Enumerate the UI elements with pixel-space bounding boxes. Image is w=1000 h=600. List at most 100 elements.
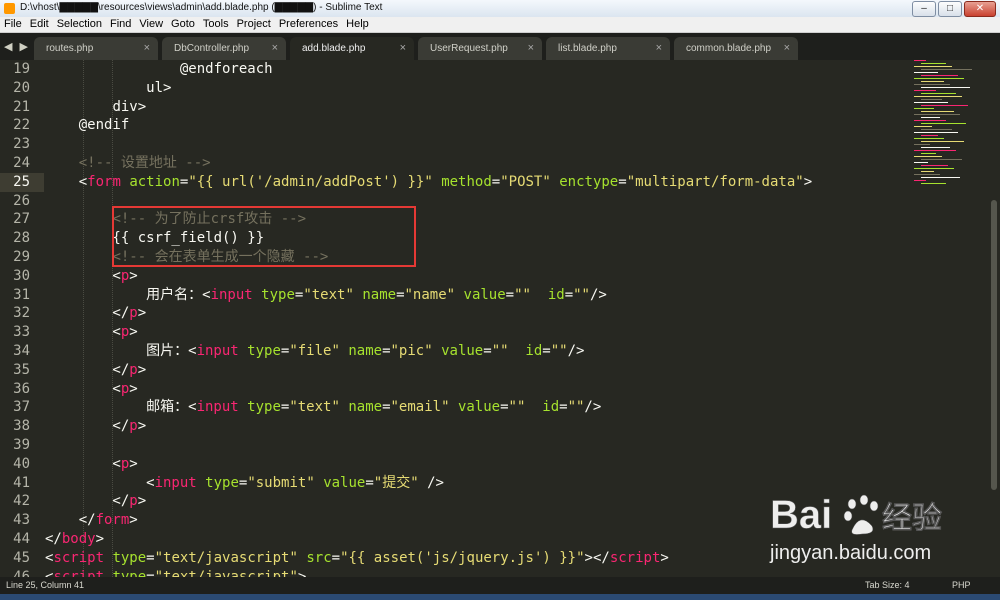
minimap-line [921, 117, 940, 118]
tab-userrequest[interactable]: UserRequest.php × [418, 37, 542, 60]
tab-close-icon[interactable]: × [784, 37, 790, 60]
line-number: 32 [13, 305, 30, 322]
menu-goto[interactable]: Goto [167, 17, 199, 32]
line-number-gutter: 19 20 21 22 23 24 25 26 27 28 29 30 31 32 33 34 35 36 37 38… [0, 60, 44, 577]
minimap-line [914, 180, 926, 181]
menu-find[interactable]: Find [106, 17, 135, 32]
line-number: 38 [13, 418, 30, 435]
menu-preferences[interactable]: Preferences [275, 17, 342, 32]
tab-add-blade[interactable]: add.blade.php × [290, 37, 414, 60]
code-line[interactable]: <input type="submit" value="提交" /> [45, 474, 444, 493]
menu-file[interactable]: File [0, 17, 26, 32]
tab-dbcontroller[interactable]: DbController.php × [162, 37, 286, 60]
cursor-position: Line 25, Column 41 [6, 580, 85, 590]
line-number: 28 [13, 230, 30, 247]
code-line[interactable]: </body> [45, 530, 104, 549]
code-line[interactable]: <form action="{{ url('/admin/addPost') }… [45, 173, 812, 192]
minimap-line [914, 102, 948, 103]
minimap-line [921, 111, 954, 112]
close-button[interactable]: ✕ [964, 1, 996, 17]
minimap-line [921, 69, 972, 70]
code-line[interactable]: </form> [45, 511, 138, 530]
minimap-line [914, 114, 960, 115]
tab-common-blade[interactable]: common.blade.php × [674, 37, 798, 60]
line-number: 43 [13, 512, 30, 529]
code-line[interactable]: <script type="text/javascript" src="{{ a… [45, 549, 669, 568]
minimap-line [914, 162, 928, 163]
menu-tools[interactable]: Tools [199, 17, 233, 32]
minimize-button[interactable]: – [912, 1, 936, 17]
code-line[interactable]: <script type="text/javascript"> [45, 568, 306, 577]
code-line[interactable]: <p> [45, 323, 137, 342]
code-line[interactable]: </p> [45, 417, 146, 436]
code-line[interactable]: </p> [45, 361, 146, 380]
code-line[interactable]: <p> [45, 380, 137, 399]
title-bar: D:\vhost\▇▇▇▇▇\resources\views\admin\add… [0, 0, 1000, 18]
minimap-line [921, 81, 944, 82]
window-controls: – □ ✕ [910, 1, 996, 17]
line-number: 45 [13, 549, 30, 566]
minimap-line [914, 120, 946, 121]
minimap-line [921, 159, 962, 160]
code-line[interactable]: @endif [45, 116, 130, 135]
line-number: 42 [13, 493, 30, 510]
menu-selection[interactable]: Selection [53, 17, 106, 32]
minimap-line [914, 144, 930, 145]
maximize-button[interactable]: □ [938, 1, 962, 17]
tab-close-icon[interactable]: × [656, 37, 662, 60]
minimap-line [914, 108, 934, 109]
code-line[interactable]: 用户名：<input type="text" name="name" value… [45, 286, 607, 305]
tab-close-icon[interactable]: × [144, 37, 150, 60]
tab-bar: ◀ ▶ routes.php × DbController.php × add.… [0, 33, 1000, 60]
tab-label: add.blade.php [302, 43, 366, 54]
minimap-line [921, 171, 934, 172]
code-line[interactable]: 图片：<input type="file" name="pic" value="… [45, 342, 584, 361]
menu-view[interactable]: View [135, 17, 167, 32]
svg-text:经验: 经验 [882, 501, 942, 536]
minimap-line [921, 93, 956, 94]
minimap-line [921, 129, 952, 130]
line-number: 40 [13, 455, 30, 472]
menu-edit[interactable]: Edit [26, 17, 53, 32]
code-line[interactable]: ul> [45, 79, 171, 98]
tab-routes[interactable]: routes.php × [34, 37, 158, 60]
menu-project[interactable]: Project [233, 17, 275, 32]
line-number: 37 [13, 399, 30, 416]
minimap-line [914, 66, 952, 67]
code-line[interactable]: <p> [45, 455, 137, 474]
line-number: 35 [13, 361, 30, 378]
tab-close-icon[interactable]: × [528, 37, 534, 60]
tab-label: routes.php [46, 43, 94, 54]
code-line[interactable]: 邮箱：<input type="text" name="email" value… [45, 398, 601, 417]
minimap-line [921, 177, 960, 178]
line-number: 44 [13, 531, 30, 547]
line-number: 24 [13, 155, 30, 171]
annotation-highlight-box [112, 206, 416, 267]
minimap-line [921, 75, 958, 76]
code-line[interactable]: <!-- 设置地址 --> [45, 154, 211, 173]
minimap-line [921, 153, 936, 154]
code-line[interactable]: </p> [45, 304, 146, 323]
code-line[interactable]: <p> [45, 267, 137, 286]
tab-close-icon[interactable]: × [400, 37, 406, 60]
line-number: 25 [13, 173, 30, 190]
code-line[interactable]: </p> [45, 492, 146, 511]
code-line[interactable]: @endforeach [45, 60, 273, 79]
scrollbar-thumb[interactable] [991, 200, 997, 490]
watermark-url: jingyan.baidu.com [770, 542, 932, 564]
minimap-line [914, 138, 944, 139]
minimap-line [921, 105, 968, 106]
minimap[interactable] [910, 60, 988, 200]
minimap-line [921, 63, 946, 64]
menu-help[interactable]: Help [342, 17, 373, 32]
minimap-line [921, 141, 964, 142]
minimap-line [914, 156, 942, 157]
minimap-line [914, 72, 938, 73]
tab-list-blade[interactable]: list.blade.php × [546, 37, 670, 60]
minimap-line [914, 126, 932, 127]
watermark-logo: Bai 经验 [770, 490, 1000, 550]
code-line[interactable]: div> [45, 98, 146, 117]
tab-nav-arrows[interactable]: ◀ ▶ [4, 40, 30, 53]
line-number: 26 [13, 192, 30, 209]
tab-close-icon[interactable]: × [272, 37, 278, 60]
